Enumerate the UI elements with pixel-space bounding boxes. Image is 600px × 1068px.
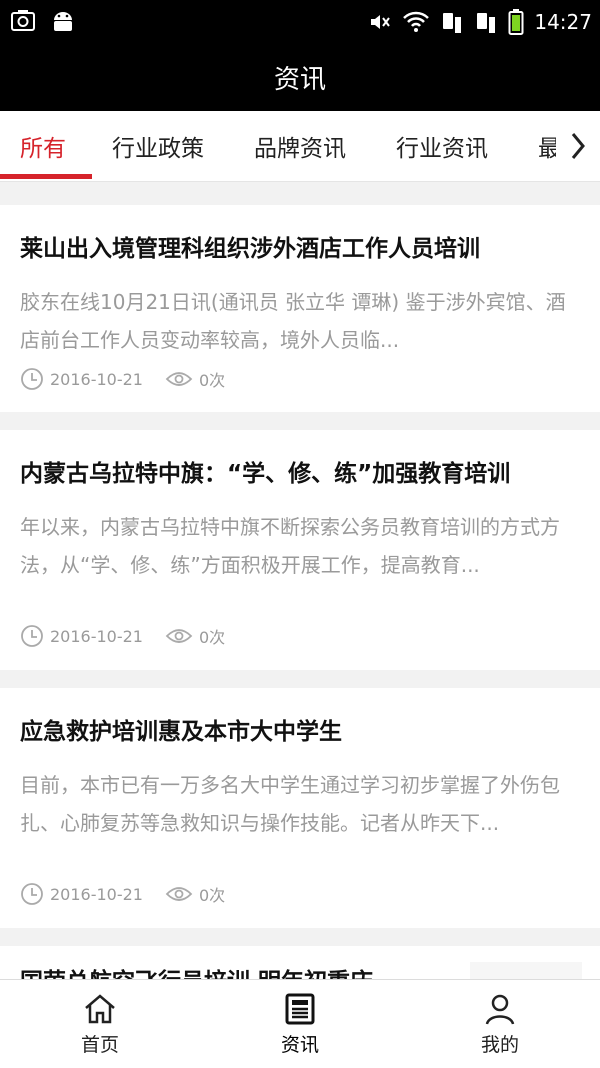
bottom-navigation: 首页 资讯 我的 — [0, 979, 600, 1068]
article-title: 应急救护培训惠及本市大中学生 — [20, 719, 342, 745]
mute-icon — [371, 15, 391, 29]
nav-home-label: 首页 — [80, 1033, 119, 1056]
android-icon — [54, 12, 72, 31]
status-bar: 14:27 — [0, 0, 600, 44]
clock-icon — [21, 625, 43, 647]
article-date: 2016-10-21 — [50, 626, 143, 646]
sim1-signal-icon — [443, 13, 462, 33]
clock: 14:27 — [534, 10, 592, 34]
article-summary: 胶东在线10月21日讯(通讯员 张立华 谭琳) 鉴于涉外宾馆、酒店前台工作人员变… — [20, 290, 566, 352]
sim2-signal-icon — [477, 13, 496, 33]
nav-news-label: 资讯 — [280, 1033, 319, 1056]
article-title: 莱山出入境管理科组织涉外酒店工作人员培训 — [20, 236, 480, 262]
nav-profile-label: 我的 — [480, 1033, 519, 1056]
clock-icon — [21, 368, 43, 390]
user-icon — [485, 994, 515, 1025]
article-summary: 年以来，内蒙古乌拉特中旗不断探索公务员教育培训的方式方法，从“学、修、练”方面积… — [20, 515, 560, 577]
category-tabs: 所有 行业政策 品牌资讯 行业资讯 最 — [0, 111, 600, 182]
active-tab-indicator — [0, 174, 92, 179]
article-date: 2016-10-21 — [50, 369, 143, 389]
battery-icon — [508, 9, 524, 35]
news-icon — [285, 993, 315, 1024]
home-icon — [85, 993, 115, 1023]
screenshot-icon — [11, 10, 35, 31]
article-meta: 2016-10-21 0次 — [20, 367, 225, 391]
tab-brand-news[interactable]: 品牌资讯 — [254, 111, 346, 181]
article-summary: 目前，本市已有一万多名大中学生通过学习初步掌握了外伤包扎、心肺复苏等急救知识与操… — [20, 773, 560, 835]
article-views: 0次 — [198, 371, 226, 390]
article-meta: 2016-10-21 0次 — [20, 624, 225, 648]
tab-industry-policy[interactable]: 行业政策 — [112, 111, 204, 181]
eye-icon — [165, 372, 193, 386]
article-card[interactable]: 内蒙古乌拉特中旗：“学、修、练”加强教育培训 年以来，内蒙古乌拉特中旗不断探索公… — [0, 430, 600, 670]
tab-all[interactable]: 所有 — [20, 111, 66, 181]
nav-home[interactable]: 首页 — [0, 980, 200, 1068]
wifi-icon — [403, 11, 430, 32]
clock-icon — [21, 883, 43, 905]
page-title: 资讯 — [273, 65, 326, 95]
tabs-scroll-right-button[interactable] — [556, 111, 600, 181]
chevron-right-icon — [571, 133, 585, 159]
article-meta: 2016-10-21 0次 — [20, 882, 225, 906]
article-card[interactable]: 应急救护培训惠及本市大中学生 目前，本市已有一万多名大中学生通过学习初步掌握了外… — [0, 688, 600, 928]
tab-industry-news[interactable]: 行业资讯 — [396, 111, 488, 181]
article-thumbnail — [470, 962, 582, 980]
article-title: 内蒙古乌拉特中旗：“学、修、练”加强教育培训 — [20, 461, 511, 487]
article-views: 0次 — [198, 628, 226, 647]
eye-icon — [165, 887, 193, 901]
article-card[interactable]: 莱山出入境管理科组织涉外酒店工作人员培训 胶东在线10月21日讯(通讯员 张立华… — [0, 205, 600, 412]
eye-icon — [165, 629, 193, 643]
article-date: 2016-10-21 — [50, 884, 143, 904]
nav-profile[interactable]: 我的 — [400, 980, 600, 1068]
article-views: 0次 — [198, 886, 226, 905]
title-bar: 资讯 — [0, 44, 600, 111]
nav-news[interactable]: 资讯 — [200, 980, 400, 1068]
